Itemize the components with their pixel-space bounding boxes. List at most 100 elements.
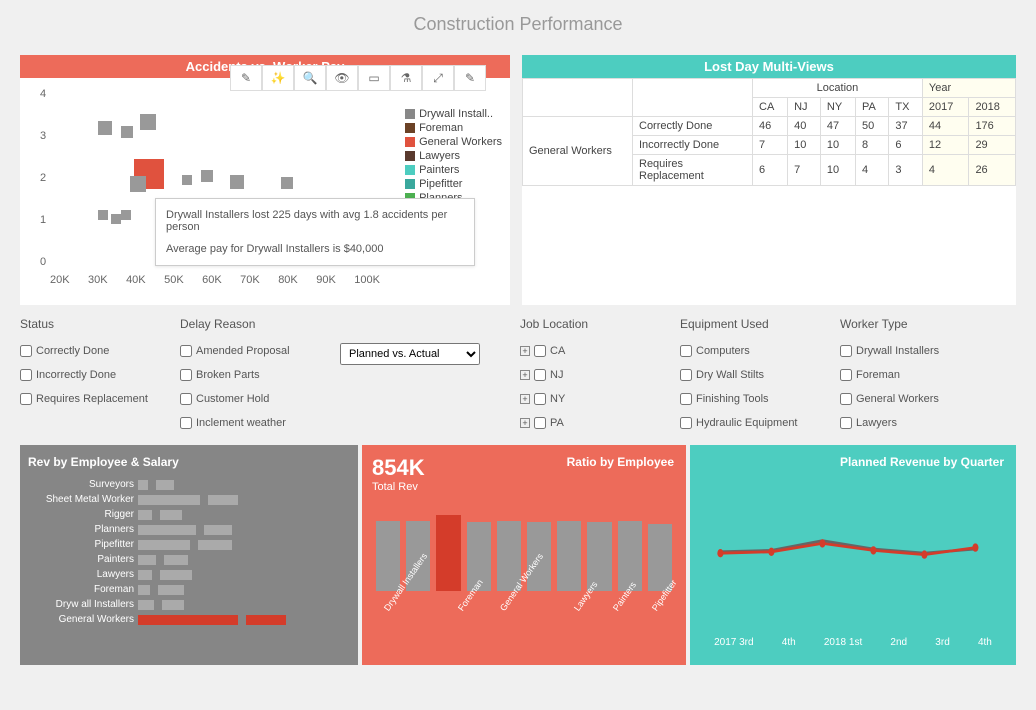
lost-day-panel: Lost Day Multi-Views Location Year CA NJ… (522, 55, 1016, 305)
col-group: Location (753, 79, 923, 98)
planned-vs-actual-select[interactable]: Planned vs. Actual (340, 343, 480, 365)
checkbox-lawyers[interactable]: Lawyers (840, 417, 970, 429)
rev-row: Foreman (28, 582, 350, 597)
x-tick: 70K (240, 274, 260, 286)
col-header: PA (856, 98, 889, 117)
edit-icon[interactable]: ✎ (454, 65, 486, 91)
filter-title: Delay Reason (180, 317, 310, 331)
col-header: NJ (788, 98, 821, 117)
checkbox-general-workers[interactable]: General Workers (840, 393, 970, 405)
ratio-bar (376, 521, 400, 591)
chart-legend: Drywall Install.. Foreman General Worker… (405, 108, 502, 206)
x-tick: 50K (164, 274, 184, 286)
ratio-by-employee-panel: 854K Total Rev Ratio by Employee Drywall… (362, 445, 686, 665)
x-tick: 20K (50, 274, 70, 286)
page-title: Construction Performance (0, 0, 1036, 55)
rev-by-employee-panel: Rev by Employee & Salary SurveyorsSheet … (20, 445, 358, 665)
tooltip-line: Drywall Installers lost 225 days with av… (166, 209, 464, 233)
chart2-title: Lost Day Multi-Views (522, 55, 1016, 78)
filter-title: Status (20, 317, 150, 331)
tree-item-ny[interactable]: +NY (520, 393, 650, 405)
line-chart[interactable] (700, 479, 1006, 619)
rev-row: Lawyers (28, 567, 350, 582)
planned-revenue-panel: Planned Revenue by Quarter 2017 3rd4th20… (690, 445, 1016, 665)
tooltip-line: Average pay for Drywall Installers is $4… (166, 243, 464, 255)
panel-title: Rev by Employee & Salary (28, 455, 350, 469)
rev-row: Surveyors (28, 477, 350, 492)
checkbox-customer-hold[interactable]: Customer Hold (180, 393, 310, 405)
col-header: CA (753, 98, 788, 117)
legend-label: General Workers (419, 136, 502, 148)
chart-toolbar: ✎ ✨ 🔍 👁 ▭ ⚗ ⤢ ✎ (230, 65, 486, 91)
checkbox-incorrectly-done[interactable]: Incorrectly Done (20, 369, 150, 381)
tree-item-pa[interactable]: +PA (520, 417, 650, 429)
legend-label: Pipefitter (419, 178, 462, 190)
filter-bar: Status Correctly Done Incorrectly Done R… (0, 305, 1036, 441)
filter-title: Worker Type (840, 317, 970, 331)
checkbox-foreman[interactable]: Foreman (840, 369, 970, 381)
tooltip: Drywall Installers lost 225 days with av… (155, 198, 475, 266)
x-tick: 90K (316, 274, 336, 286)
y-axis: 4 3 2 1 0 (40, 88, 46, 268)
checkbox-requires-replacement[interactable]: Requires Replacement (20, 393, 150, 405)
y-tick: 3 (40, 130, 46, 142)
table-row: General Workers Correctly Done 464047503… (523, 117, 1016, 136)
ratio-bar (557, 521, 581, 591)
row-label: Requires Replacement (633, 155, 753, 186)
filter-title: Equipment Used (680, 317, 810, 331)
panel-title: Ratio by Employee (567, 455, 674, 469)
checkbox-correctly-done[interactable]: Correctly Done (20, 345, 150, 357)
col-header: NY (820, 98, 855, 117)
col-header: 2017 (922, 98, 969, 117)
legend-label: Foreman (419, 122, 463, 134)
y-tick: 1 (40, 214, 46, 226)
eye-off-icon[interactable]: 👁 (326, 65, 358, 91)
checkbox-hydraulic-equipment[interactable]: Hydraulic Equipment (680, 417, 810, 429)
checkbox-drywall-installers[interactable]: Drywall Installers (840, 345, 970, 357)
zoom-icon[interactable]: 🔍 (294, 65, 326, 91)
x-axis: 20K 30K 40K 50K 60K 70K 80K 90K 100K (50, 274, 380, 286)
rev-row: General Workers (28, 612, 350, 627)
rev-row: Planners (28, 522, 350, 537)
checkbox-dry-wall-stilts[interactable]: Dry Wall Stilts (680, 369, 810, 381)
filter-title: Job Location (520, 317, 650, 331)
kpi-label: Total Rev (372, 481, 676, 493)
col-group: Year (922, 79, 1015, 98)
row-label: Correctly Done (633, 117, 753, 136)
checkbox-amended-proposal[interactable]: Amended Proposal (180, 345, 310, 357)
x-tick: 100K (354, 274, 380, 286)
panel-title: Planned Revenue by Quarter (840, 455, 1004, 469)
x-tick: 60K (202, 274, 222, 286)
legend-label: Painters (419, 164, 459, 176)
checkbox-broken-parts[interactable]: Broken Parts (180, 369, 310, 381)
accidents-vs-pay-panel: Accidents vs. Worker Pay ✎ ✨ 🔍 👁 ▭ ⚗ ⤢ ✎… (20, 55, 510, 305)
checkbox-computers[interactable]: Computers (680, 345, 810, 357)
y-tick: 2 (40, 172, 46, 184)
tree-item-ca[interactable]: +CA (520, 345, 650, 357)
lost-day-table: Location Year CA NJ NY PA TX 2017 2018 G… (522, 78, 1016, 186)
checkbox-finishing-tools[interactable]: Finishing Tools (680, 393, 810, 405)
tree-item-nj[interactable]: +NJ (520, 369, 650, 381)
col-header: 2018 (969, 98, 1016, 117)
ratio-bar (436, 515, 460, 591)
rev-row: Painters (28, 552, 350, 567)
flask-icon[interactable]: ⚗ (390, 65, 422, 91)
line-x-axis: 2017 3rd4th2018 1st2nd3rd4th (700, 637, 1006, 648)
legend-label: Drywall Install.. (419, 108, 493, 120)
pencil-icon[interactable]: ✎ (230, 65, 262, 91)
checkbox-inclement-weather[interactable]: Inclement weather (180, 417, 310, 429)
row-group: General Workers (523, 117, 633, 186)
rev-row: Rigger (28, 507, 350, 522)
select-icon[interactable]: ▭ (358, 65, 390, 91)
rev-row: Sheet Metal Worker (28, 492, 350, 507)
expand-icon[interactable]: ⤢ (422, 65, 454, 91)
legend-label: Lawyers (419, 150, 460, 162)
rev-row: Dryw all Installers (28, 597, 350, 612)
y-tick: 4 (40, 88, 46, 100)
col-header: TX (889, 98, 923, 117)
y-tick: 0 (40, 256, 46, 268)
wand-icon[interactable]: ✨ (262, 65, 294, 91)
rev-row: Pipefitter (28, 537, 350, 552)
x-tick: 40K (126, 274, 146, 286)
x-tick: 80K (278, 274, 298, 286)
